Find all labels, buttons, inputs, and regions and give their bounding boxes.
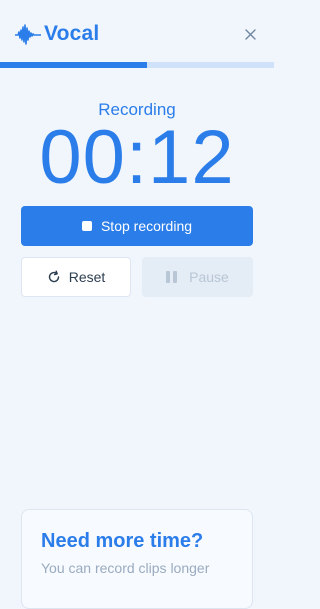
reset-button[interactable]: Reset bbox=[21, 257, 131, 297]
pause-label: Pause bbox=[189, 269, 229, 285]
reset-label: Reset bbox=[68, 269, 106, 285]
pause-button[interactable]: Pause bbox=[142, 257, 253, 297]
upsell-title: Need more time? bbox=[41, 530, 204, 552]
recording-timer: 00:12 bbox=[39, 115, 235, 200]
stop-recording-label: Stop recording bbox=[100, 218, 193, 234]
logo: Vocal bbox=[15, 21, 99, 47]
stop-icon bbox=[81, 221, 92, 231]
logo-text: Vocal bbox=[44, 22, 100, 45]
stop-recording-button[interactable]: Stop recording bbox=[21, 206, 253, 246]
upsell-card: Need more time? You can record clips lon… bbox=[21, 509, 253, 609]
close-icon bbox=[245, 29, 256, 40]
app-header: Vocal bbox=[0, 0, 274, 62]
pause-icon bbox=[166, 271, 180, 283]
close-button[interactable] bbox=[240, 24, 260, 44]
reset-icon bbox=[48, 270, 59, 283]
recording-progress-bar bbox=[0, 62, 274, 68]
progress-fill bbox=[0, 62, 147, 68]
waveform-icon bbox=[15, 24, 41, 45]
